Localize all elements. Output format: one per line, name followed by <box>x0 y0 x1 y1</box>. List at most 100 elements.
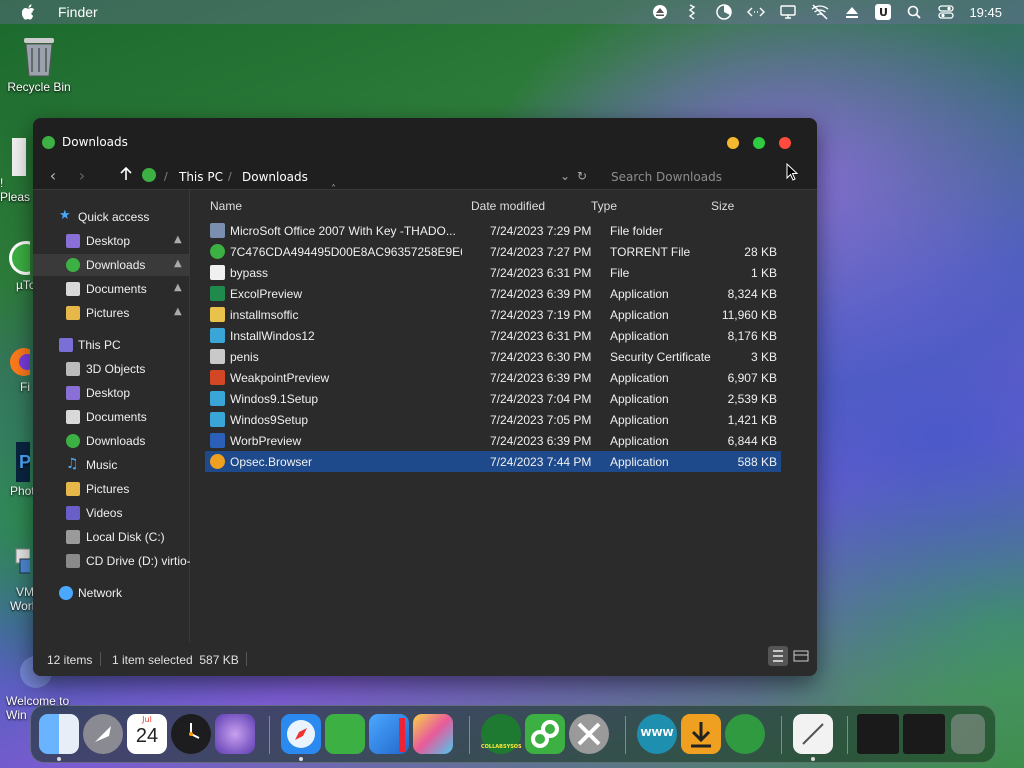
sidebar-item-label: 3D Objects <box>86 362 146 376</box>
file-row[interactable]: bypass 7/24/2023 6:31 PM File 1 KB <box>205 262 781 283</box>
file-row[interactable]: ExcolPreview 7/24/2023 6:39 PM Applicati… <box>205 283 781 304</box>
pin-icon[interactable]: ▲ <box>174 306 182 317</box>
sidebar-item-local-disk[interactable]: Local Disk (C:) <box>33 526 190 548</box>
network-app-dock-icon[interactable] <box>725 714 765 754</box>
wifi-off-icon[interactable] <box>811 4 829 20</box>
collabsysos-dock-icon[interactable]: COLLABSYSOS <box>481 714 522 754</box>
sidebar-item-cd-drive[interactable]: CD Drive (D:) virtio- <box>33 550 190 572</box>
photos-dock-icon[interactable] <box>413 714 453 754</box>
file-row[interactable]: WeakpointPreview 7/24/2023 6:39 PM Appli… <box>205 367 781 388</box>
desktop-icon-firefox[interactable]: Fi <box>0 344 38 394</box>
tiles-view-button[interactable] <box>791 646 811 666</box>
file-row[interactable]: MicroSoft Office 2007 With Key -THADO...… <box>205 220 781 241</box>
sidebar-item-desktop[interactable]: Desktop <box>33 382 190 404</box>
active-app-name[interactable]: Finder <box>58 4 98 20</box>
trash-dock-icon[interactable] <box>951 714 985 754</box>
column-header-name[interactable]: Name <box>210 199 242 213</box>
clock-dock-icon[interactable] <box>171 714 211 754</box>
file-row[interactable]: Windos9.1Setup 7/24/2023 7:04 PM Applica… <box>205 388 781 409</box>
title-bar[interactable]: Downloads <box>33 118 817 164</box>
pin-icon[interactable]: ▲ <box>174 258 182 269</box>
window-thumbnail-dock-icon[interactable] <box>857 714 899 754</box>
maximize-button[interactable] <box>753 137 765 149</box>
sidebar-item-quick-access[interactable]: ★ Quick access <box>33 206 190 228</box>
file-row[interactable]: installmsoffic 7/24/2023 7:19 PM Applica… <box>205 304 781 325</box>
link-dock-icon[interactable] <box>525 714 565 754</box>
utilities-dock-icon[interactable] <box>569 714 609 754</box>
desktop-icon-recycle-bin[interactable]: Recycle Bin <box>4 34 74 94</box>
eject-icon[interactable] <box>651 4 669 20</box>
eject-triangle-icon[interactable] <box>843 4 861 20</box>
u-app-icon[interactable]: U <box>875 4 892 20</box>
file-row[interactable]: InstallWindos12 7/24/2023 6:31 PM Applic… <box>205 325 781 346</box>
apple-dock-icon[interactable] <box>215 714 255 754</box>
sidebar-item-3d-objects[interactable]: 3D Objects <box>33 358 190 380</box>
details-view-button[interactable] <box>768 646 788 666</box>
column-header-type[interactable]: Type <box>591 199 617 213</box>
launchpad-dock-icon[interactable] <box>83 714 123 754</box>
notes-dock-icon[interactable] <box>793 714 833 754</box>
file-type: Application <box>610 329 669 343</box>
file-row-selected[interactable]: Opsec.Browser 7/24/2023 7:44 PM Applicat… <box>205 451 781 472</box>
sidebar-item-documents-pinned[interactable]: Documents ▲ <box>33 278 190 300</box>
dock-divider <box>625 716 626 754</box>
sidebar-item-downloads-pinned[interactable]: Downloads ▲ <box>33 254 190 276</box>
desktop-icon-photoshop[interactable]: P Phot <box>0 440 36 498</box>
sidebar-item-desktop-pinned[interactable]: Desktop ▲ <box>33 230 190 252</box>
breadcrumb-this-pc[interactable]: This PC <box>179 170 223 184</box>
refresh-icon[interactable]: ↻ <box>577 169 587 183</box>
pin-icon[interactable]: ▲ <box>174 282 182 293</box>
recycle-bin-icon <box>20 34 58 77</box>
safari-dock-icon[interactable] <box>281 714 321 754</box>
download-dock-icon[interactable] <box>681 714 721 754</box>
apple-menu-icon[interactable] <box>20 3 38 21</box>
mouse-cursor-icon <box>786 162 799 184</box>
battery-pie-icon[interactable] <box>715 4 733 20</box>
vm-tools-icon[interactable] <box>683 4 701 20</box>
network-icon <box>59 586 73 600</box>
clock[interactable]: 19:45 <box>969 5 1002 20</box>
sidebar-item-this-pc[interactable]: This PC <box>33 334 190 356</box>
sidebar-item-documents[interactable]: Documents <box>33 406 190 428</box>
blank-file-icon <box>210 265 225 280</box>
setup-icon <box>210 412 225 427</box>
sidebar-item-videos[interactable]: Videos <box>33 502 190 524</box>
www-dock-icon[interactable]: WWW <box>637 714 677 754</box>
sidebar-item-label: Quick access <box>78 210 150 224</box>
desktop-icon-please[interactable]: ! Pleas <box>0 136 36 204</box>
up-button[interactable] <box>117 166 135 185</box>
back-button[interactable]: ‹ <box>44 167 62 185</box>
sidebar-item-pictures[interactable]: Pictures <box>33 478 190 500</box>
minimize-button[interactable] <box>727 137 739 149</box>
sidebar-item-network[interactable]: Network <box>33 582 190 604</box>
setup-icon <box>210 391 225 406</box>
file-row[interactable]: WorbPreview 7/24/2023 6:39 PM Applicatio… <box>205 430 781 451</box>
search-input[interactable]: Search Downloads <box>611 170 722 184</box>
sidebar-item-music[interactable]: ♫ Music <box>33 454 190 476</box>
search-icon[interactable] <box>905 4 923 20</box>
close-button[interactable] <box>779 137 791 149</box>
sidebar-item-downloads[interactable]: Downloads <box>33 430 190 452</box>
desktop-icon-utorrent[interactable]: µTo <box>0 238 43 292</box>
display-icon[interactable] <box>779 4 797 20</box>
file-row[interactable]: Windos9Setup 7/24/2023 7:05 PM Applicati… <box>205 409 781 430</box>
sidebar-item-label: Pictures <box>86 482 130 496</box>
finder-dock-icon[interactable] <box>39 714 79 754</box>
column-header-date[interactable]: Date modified <box>471 199 545 213</box>
column-header-size[interactable]: Size <box>711 199 734 213</box>
pin-icon[interactable]: ▲ <box>174 234 182 245</box>
utorrent-dock-icon[interactable] <box>325 714 365 754</box>
text-file-icon <box>0 136 26 176</box>
sidebar-item-pictures-pinned[interactable]: Pictures ▲ <box>33 302 190 324</box>
code-arrows-icon[interactable] <box>747 4 766 20</box>
forward-button[interactable]: › <box>73 167 91 185</box>
window-thumbnail-dock-icon[interactable] <box>903 714 945 754</box>
control-center-icon[interactable] <box>937 4 955 20</box>
history-dropdown-icon[interactable]: ⌄ <box>560 169 570 183</box>
windows-store-dock-icon[interactable] <box>369 714 409 754</box>
file-row[interactable]: penis 7/24/2023 6:30 PM Security Certifi… <box>205 346 781 367</box>
calendar-dock-icon[interactable]: Jul 24 <box>127 714 167 754</box>
file-row[interactable]: 7C476CDA494495D00E8AC96357258E9E6... 7/2… <box>205 241 781 262</box>
breadcrumb-downloads[interactable]: Downloads <box>242 170 308 184</box>
sidebar-item-label: Music <box>86 458 118 472</box>
